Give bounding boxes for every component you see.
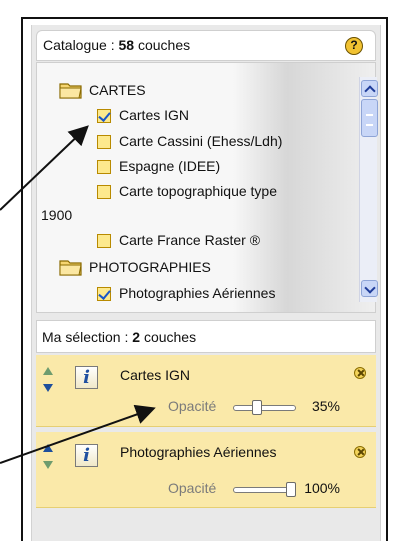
layer-name: Cartes IGN bbox=[120, 367, 191, 383]
checkbox-icon[interactable] bbox=[97, 234, 111, 248]
folder-icon bbox=[59, 260, 82, 276]
folder-icon bbox=[59, 83, 82, 99]
checkbox-icon[interactable] bbox=[97, 109, 111, 123]
catalog-tree: CARTES Cartes IGN Carte Cassini (Ehess/L… bbox=[36, 62, 376, 313]
catalog-title: Catalogue : 58 couches bbox=[43, 37, 191, 53]
opacity-label: Opacité bbox=[168, 480, 217, 496]
checkbox-icon[interactable] bbox=[97, 160, 111, 174]
opacity-slider[interactable] bbox=[233, 405, 296, 411]
checkbox-icon[interactable] bbox=[97, 135, 111, 149]
selection-header: Ma sélection : 2 couches bbox=[36, 320, 376, 353]
info-icon[interactable]: i bbox=[75, 366, 98, 389]
move-down-icon[interactable] bbox=[43, 461, 53, 469]
selected-layer-photographies-aeriennes: i Photographies Aériennes Opacité 100% bbox=[36, 432, 376, 508]
scroll-up-icon[interactable] bbox=[361, 80, 378, 97]
scroll-down-icon[interactable] bbox=[361, 280, 378, 297]
checkbox-icon[interactable] bbox=[97, 185, 111, 199]
catalog-header: Catalogue : 58 couches ? bbox=[36, 30, 376, 61]
help-icon[interactable]: ? bbox=[345, 37, 363, 55]
tree-item-label: Carte France Raster ® bbox=[119, 232, 261, 248]
move-up-icon[interactable] bbox=[43, 367, 53, 375]
opacity-value: 100% bbox=[304, 480, 340, 496]
selection-count: 2 bbox=[132, 329, 141, 345]
layer-name: Photographies Aériennes bbox=[120, 444, 277, 460]
close-icon[interactable] bbox=[354, 446, 366, 458]
opacity-label: Opacité bbox=[168, 398, 217, 414]
checkbox-icon[interactable] bbox=[97, 287, 111, 301]
close-icon[interactable] bbox=[354, 367, 366, 379]
info-icon[interactable]: i bbox=[75, 444, 98, 467]
tree-item-label-continuation: 1900 bbox=[41, 207, 73, 223]
tree-item-label: Carte topographique type bbox=[119, 183, 277, 199]
catalog-count: 58 bbox=[118, 37, 135, 53]
tree-item-label: Carte Cassini (Ehess/Ldh) bbox=[119, 133, 283, 149]
folder-label: PHOTOGRAPHIES bbox=[89, 259, 211, 275]
selection-title: Ma sélection : 2 couches bbox=[42, 329, 197, 345]
tree-item-label: Cartes IGN bbox=[119, 107, 190, 123]
scroll-thumb[interactable] bbox=[361, 99, 378, 137]
move-up-icon[interactable] bbox=[43, 444, 53, 452]
folder-label: CARTES bbox=[89, 82, 146, 98]
tree-item-label: Espagne (IDEE) bbox=[119, 158, 221, 174]
selected-layer-cartes-ign: i Cartes IGN Opacité 35% bbox=[36, 355, 376, 427]
opacity-slider-thumb[interactable] bbox=[251, 400, 262, 415]
move-down-icon[interactable] bbox=[43, 384, 53, 392]
tree-scrollbar[interactable] bbox=[359, 77, 378, 302]
tree-item-label: Photographies Aériennes bbox=[119, 285, 276, 301]
opacity-value: 35% bbox=[311, 398, 340, 414]
